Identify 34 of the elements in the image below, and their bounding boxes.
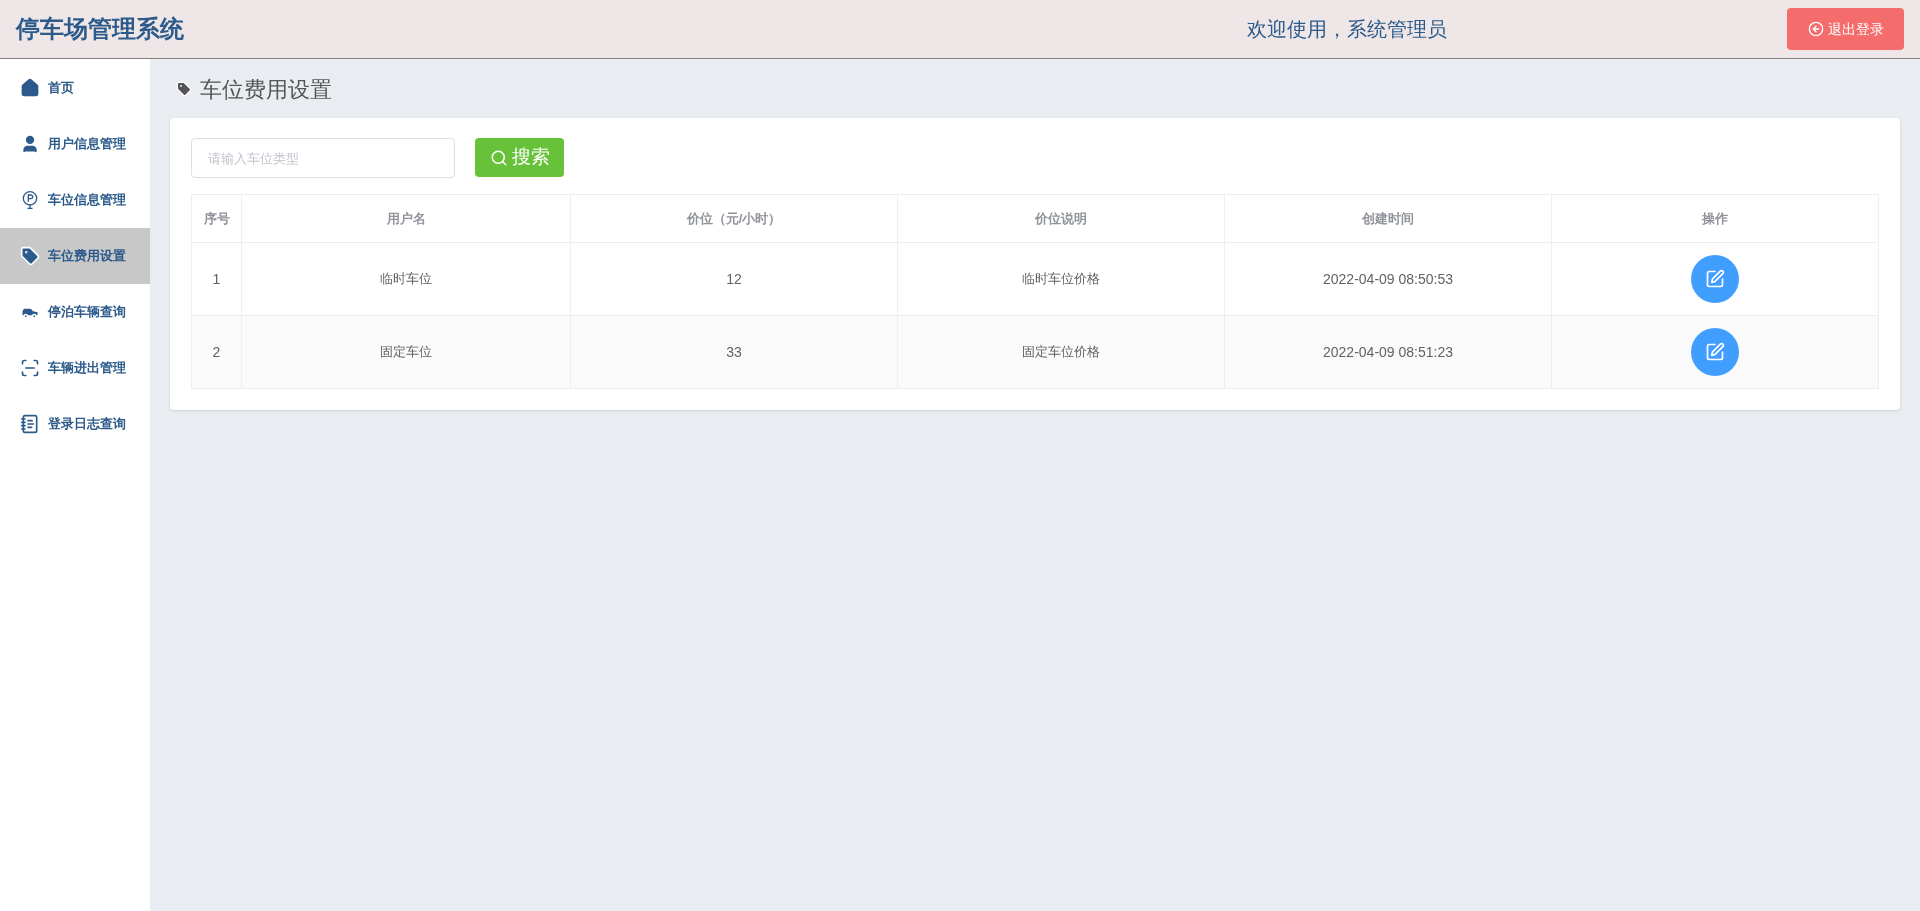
table-cell: 2022-04-09 08:50:53 (1323, 270, 1453, 287)
search-field[interactable]: 请输入车位类型 (191, 138, 455, 178)
table-cell: 1 (212, 270, 221, 287)
column-header: 价位说明 (1035, 210, 1087, 226)
tag-icon (20, 246, 40, 266)
column-header: 用户名 (386, 210, 426, 226)
column-header: 操作 (1702, 210, 1728, 226)
edit-button[interactable] (1691, 255, 1739, 303)
table-cell: 2022-04-09 08:51:23 (1323, 343, 1453, 360)
tag-icon (176, 81, 192, 97)
table-cell: 12 (726, 270, 742, 287)
edit-button[interactable] (1691, 328, 1739, 376)
home-icon (20, 78, 40, 98)
table-cell: 2 (212, 343, 221, 360)
table-cell: 固定车位 (380, 344, 432, 360)
app-title: 停车场管理系统 (16, 14, 184, 44)
column-header: 价位（元/小时） (686, 210, 782, 226)
search-icon (489, 148, 508, 167)
edit-icon (1705, 269, 1725, 289)
welcome-text: 欢迎使用，系统管理员 (1247, 17, 1447, 42)
back-circle-icon (1807, 21, 1824, 37)
scan-icon (20, 358, 40, 378)
page-title: 车位费用设置 (200, 75, 332, 104)
column-header: 序号 (203, 210, 230, 226)
user-icon (20, 134, 40, 154)
parking-sign-icon (20, 190, 40, 210)
table-cell: 固定车位价格 (1022, 344, 1100, 360)
edit-icon (1705, 342, 1725, 362)
notebook-icon (20, 414, 40, 434)
table-cell: 临时车位价格 (1022, 271, 1100, 287)
sidebar-item[interactable]: 车位费用设置 (0, 228, 150, 284)
table-cell: 临时车位 (380, 271, 432, 287)
column-header: 创建时间 (1362, 210, 1414, 226)
table-cell: 33 (726, 343, 742, 360)
